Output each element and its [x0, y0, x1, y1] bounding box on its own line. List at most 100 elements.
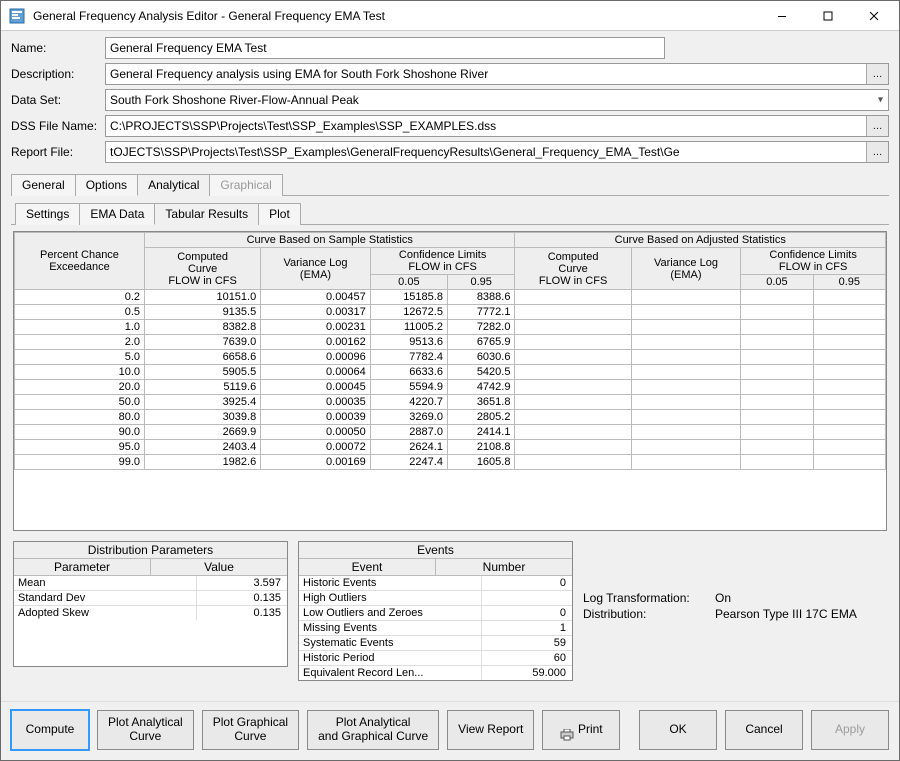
table-row[interactable]: 2.07639.00.001629513.66765.9	[15, 335, 886, 350]
table-cell[interactable]: 80.0	[15, 410, 145, 425]
plot-graphical-curve-button[interactable]: Plot Graphical Curve	[202, 710, 299, 750]
table-cell[interactable]	[515, 290, 631, 305]
list-item[interactable]: Historic Period60	[299, 651, 572, 666]
table-cell[interactable]	[515, 365, 631, 380]
table-row[interactable]: 50.03925.40.000354220.73651.8	[15, 395, 886, 410]
table-cell[interactable]: 4742.9	[447, 380, 515, 395]
table-cell[interactable]: 0.00050	[261, 425, 371, 440]
table-row[interactable]: 0.210151.00.0045715185.88388.6	[15, 290, 886, 305]
table-cell[interactable]	[813, 320, 885, 335]
table-cell[interactable]: 0.5	[15, 305, 145, 320]
table-cell[interactable]: 1605.8	[447, 455, 515, 470]
table-cell[interactable]: 12672.5	[370, 305, 447, 320]
tab-analytical[interactable]: Analytical	[137, 174, 210, 196]
table-cell[interactable]: 3925.4	[145, 395, 261, 410]
tab-options[interactable]: Options	[75, 174, 138, 196]
table-cell[interactable]	[813, 365, 885, 380]
table-cell[interactable]: 8388.6	[447, 290, 515, 305]
table-cell[interactable]	[741, 425, 813, 440]
dssfile-browse-button[interactable]: …	[866, 116, 888, 136]
table-cell[interactable]: 0.00039	[261, 410, 371, 425]
table-cell[interactable]: 0.00162	[261, 335, 371, 350]
table-cell[interactable]	[631, 395, 741, 410]
table-cell[interactable]	[631, 440, 741, 455]
table-cell[interactable]	[515, 440, 631, 455]
table-cell[interactable]: 95.0	[15, 440, 145, 455]
table-cell[interactable]	[741, 350, 813, 365]
subtab-settings[interactable]: Settings	[15, 203, 80, 225]
list-item[interactable]: Missing Events1	[299, 621, 572, 636]
list-item[interactable]: Equivalent Record Len...59.000	[299, 666, 572, 680]
table-cell[interactable]	[741, 335, 813, 350]
table-cell[interactable]: 0.00045	[261, 380, 371, 395]
subtab-emadata[interactable]: EMA Data	[79, 203, 155, 225]
table-cell[interactable]	[813, 455, 885, 470]
cancel-button[interactable]: Cancel	[725, 710, 803, 750]
table-cell[interactable]: 2887.0	[370, 425, 447, 440]
table-row[interactable]: 10.05905.50.000646633.65420.5	[15, 365, 886, 380]
reportfile-browse-button[interactable]: …	[866, 142, 888, 162]
ok-button[interactable]: OK	[639, 710, 717, 750]
table-cell[interactable]	[741, 410, 813, 425]
table-cell[interactable]: 0.00317	[261, 305, 371, 320]
table-cell[interactable]: 3269.0	[370, 410, 447, 425]
maximize-button[interactable]	[805, 1, 851, 31]
table-cell[interactable]	[813, 395, 885, 410]
table-cell[interactable]	[741, 440, 813, 455]
table-cell[interactable]	[741, 305, 813, 320]
table-cell[interactable]: 8382.8	[145, 320, 261, 335]
table-cell[interactable]	[515, 410, 631, 425]
table-cell[interactable]	[631, 320, 741, 335]
close-button[interactable]	[851, 1, 897, 31]
table-cell[interactable]: 0.00064	[261, 365, 371, 380]
table-cell[interactable]	[813, 290, 885, 305]
table-cell[interactable]: 20.0	[15, 380, 145, 395]
table-cell[interactable]: 2108.8	[447, 440, 515, 455]
list-item[interactable]: Standard Dev0.135	[14, 591, 287, 606]
table-row[interactable]: 90.02669.90.000502887.02414.1	[15, 425, 886, 440]
table-cell[interactable]: 0.00457	[261, 290, 371, 305]
name-input[interactable]	[105, 37, 665, 59]
table-cell[interactable]	[515, 425, 631, 440]
view-report-button[interactable]: View Report	[447, 710, 534, 750]
list-item[interactable]: Low Outliers and Zeroes0	[299, 606, 572, 621]
dataset-select[interactable]: South Fork Shoshone River-Flow-Annual Pe…	[105, 89, 889, 111]
table-cell[interactable]: 99.0	[15, 455, 145, 470]
table-cell[interactable]	[813, 380, 885, 395]
table-cell[interactable]: 9135.5	[145, 305, 261, 320]
table-cell[interactable]: 0.00096	[261, 350, 371, 365]
table-cell[interactable]: 0.00231	[261, 320, 371, 335]
tab-general[interactable]: General	[11, 174, 76, 196]
table-cell[interactable]: 6765.9	[447, 335, 515, 350]
table-cell[interactable]: 0.00035	[261, 395, 371, 410]
table-cell[interactable]	[741, 380, 813, 395]
table-cell[interactable]: 4220.7	[370, 395, 447, 410]
table-cell[interactable]: 9513.6	[370, 335, 447, 350]
table-cell[interactable]: 0.00169	[261, 455, 371, 470]
table-cell[interactable]: 2805.2	[447, 410, 515, 425]
description-input[interactable]	[105, 63, 889, 85]
table-cell[interactable]	[741, 290, 813, 305]
table-row[interactable]: 95.02403.40.000722624.12108.8	[15, 440, 886, 455]
table-cell[interactable]	[813, 305, 885, 320]
table-cell[interactable]	[813, 410, 885, 425]
table-row[interactable]: 80.03039.80.000393269.02805.2	[15, 410, 886, 425]
table-cell[interactable]	[515, 380, 631, 395]
table-cell[interactable]: 2247.4	[370, 455, 447, 470]
table-cell[interactable]: 5594.9	[370, 380, 447, 395]
table-cell[interactable]: 7772.1	[447, 305, 515, 320]
table-cell[interactable]: 15185.8	[370, 290, 447, 305]
print-button[interactable]: Print	[542, 710, 620, 750]
table-cell[interactable]: 5.0	[15, 350, 145, 365]
list-item[interactable]: High Outliers	[299, 591, 572, 606]
table-cell[interactable]: 7282.0	[447, 320, 515, 335]
table-cell[interactable]	[631, 425, 741, 440]
table-row[interactable]: 5.06658.60.000967782.46030.6	[15, 350, 886, 365]
table-cell[interactable]: 50.0	[15, 395, 145, 410]
description-browse-button[interactable]: …	[866, 64, 888, 84]
table-cell[interactable]	[813, 425, 885, 440]
table-cell[interactable]: 5420.5	[447, 365, 515, 380]
table-cell[interactable]	[515, 395, 631, 410]
table-cell[interactable]	[515, 305, 631, 320]
table-cell[interactable]	[631, 335, 741, 350]
